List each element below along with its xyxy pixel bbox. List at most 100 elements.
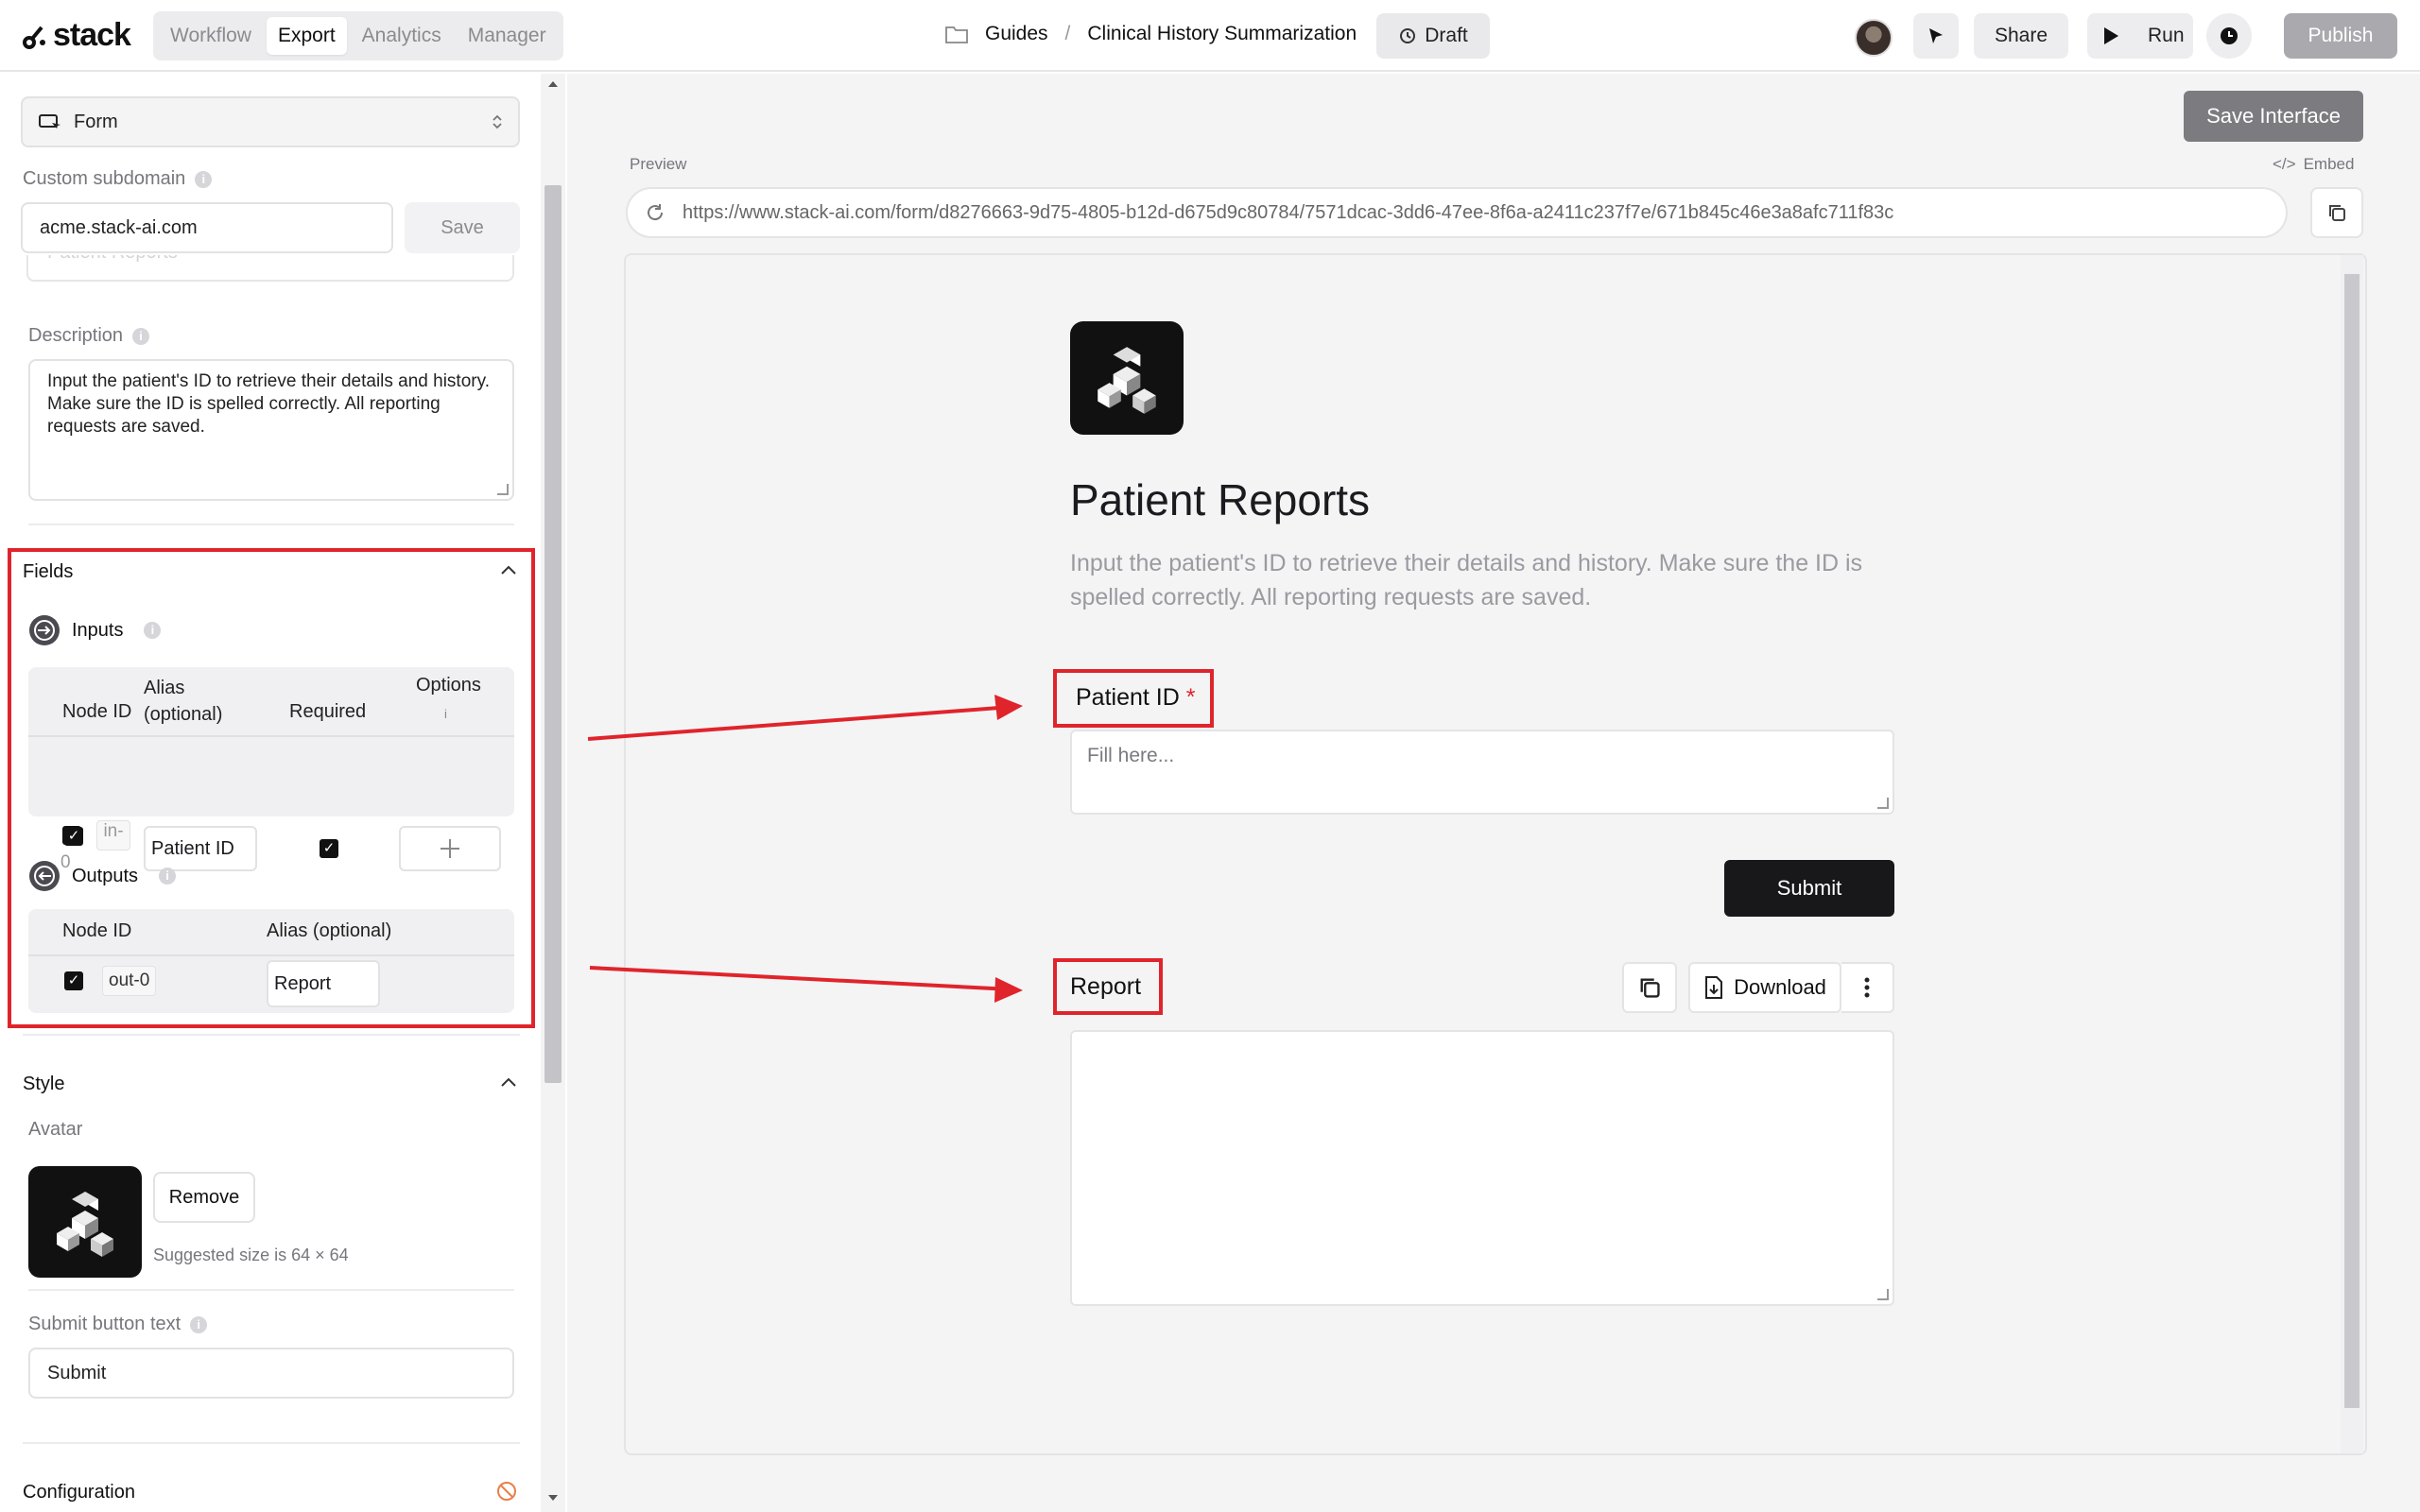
submit-text-input[interactable]: Submit bbox=[28, 1348, 514, 1399]
inputs-table: Node ID Alias (optional) Required Option… bbox=[28, 667, 514, 845]
more-options-button[interactable] bbox=[1841, 962, 1894, 1013]
code-icon: </> bbox=[2273, 155, 2296, 173]
info-icon[interactable]: i bbox=[159, 868, 177, 885]
save-interface-button[interactable]: Save Interface bbox=[2184, 91, 2363, 142]
arrowhead-icon bbox=[994, 695, 1023, 720]
custom-subdomain-label-text: Custom subdomain bbox=[23, 168, 186, 189]
file-download-icon bbox=[1705, 976, 1723, 999]
scroll-up-icon[interactable] bbox=[546, 79, 560, 89]
breadcrumb-folder[interactable]: Guides bbox=[985, 23, 1048, 45]
input-node-id-top: in- bbox=[96, 820, 130, 850]
input-arrow-icon bbox=[29, 615, 60, 645]
info-icon[interactable]: i bbox=[144, 622, 162, 639]
mode-select-value: Form bbox=[74, 111, 118, 132]
scroll-down-icon[interactable] bbox=[546, 1493, 560, 1503]
copy-url-button[interactable] bbox=[2310, 187, 2363, 238]
annotation-arrow-outputs bbox=[589, 966, 1012, 991]
outputs-col-alias: Alias (optional) bbox=[267, 920, 392, 941]
avatar-label: Avatar bbox=[28, 1119, 83, 1140]
fields-title: Fields bbox=[23, 561, 74, 582]
info-icon[interactable]: i bbox=[195, 170, 213, 188]
preview-url[interactable]: https://www.stack-ai.com/form/d8276663-9… bbox=[683, 202, 1893, 224]
divider bbox=[28, 524, 514, 525]
avatar-size-hint: Suggested size is 64 × 64 bbox=[153, 1246, 349, 1264]
embed-link[interactable]: </> Embed bbox=[2273, 155, 2354, 174]
remove-avatar-button[interactable]: Remove bbox=[153, 1172, 255, 1223]
cursor-mode-button[interactable] bbox=[1913, 13, 1959, 59]
logo-text: stack bbox=[53, 17, 131, 53]
form-title-value: Patient Reports bbox=[28, 255, 512, 264]
style-title: Style bbox=[23, 1074, 65, 1094]
tab-export[interactable]: Export bbox=[266, 17, 347, 55]
preview-url-bar[interactable]: https://www.stack-ai.com/form/d8276663-9… bbox=[626, 187, 2288, 238]
disabled-icon[interactable] bbox=[495, 1480, 518, 1503]
output-alias-field[interactable]: Report bbox=[267, 960, 380, 1007]
clock-icon bbox=[2221, 27, 2238, 44]
submit-text-label: Submit button text i bbox=[28, 1314, 208, 1335]
left-panel-scroll-thumb[interactable] bbox=[544, 185, 562, 1083]
output-arrow-icon bbox=[29, 861, 60, 891]
annotation-arrow-inputs bbox=[587, 705, 1012, 741]
info-icon[interactable]: i bbox=[190, 1315, 208, 1333]
plus-icon bbox=[441, 839, 459, 858]
refresh-icon[interactable] bbox=[645, 202, 666, 223]
subdomain-save-button[interactable]: Save bbox=[405, 202, 520, 253]
tab-manager[interactable]: Manager bbox=[457, 17, 558, 55]
outputs-title: Outputs bbox=[72, 865, 139, 886]
configuration-title: Configuration bbox=[23, 1482, 135, 1503]
outputs-header: Outputs i bbox=[28, 860, 177, 892]
outputs-col-node-id: Node ID bbox=[62, 920, 132, 941]
chevron-up-icon[interactable] bbox=[499, 563, 518, 576]
stack-logo[interactable]: stack bbox=[21, 17, 131, 54]
description-label-text: Description bbox=[28, 325, 124, 346]
options-info-icon[interactable]: i bbox=[444, 707, 447, 721]
history-icon bbox=[1400, 28, 1416, 43]
run-button[interactable]: Run bbox=[2087, 13, 2193, 59]
preview-scroll-thumb[interactable] bbox=[2344, 274, 2360, 1408]
tab-workflow[interactable]: Workflow bbox=[159, 17, 263, 55]
publish-button[interactable]: Publish bbox=[2284, 13, 2397, 59]
divider bbox=[28, 735, 514, 737]
cubes-logo-icon bbox=[57, 1192, 113, 1257]
input-enabled-checkbox[interactable]: ✓ bbox=[64, 827, 83, 846]
cursor-icon bbox=[1929, 28, 1943, 43]
input-required-checkbox[interactable]: ✓ bbox=[320, 839, 338, 858]
download-button[interactable]: Download bbox=[1688, 962, 1841, 1013]
stack-logo-icon bbox=[23, 26, 45, 49]
description-textarea[interactable]: Input the patient's ID to retrieve their… bbox=[28, 359, 514, 501]
report-output-area[interactable] bbox=[1070, 1030, 1894, 1306]
resize-handle[interactable] bbox=[1877, 798, 1889, 809]
draft-button[interactable]: Draft bbox=[1376, 13, 1490, 59]
add-option-button[interactable] bbox=[399, 826, 501, 871]
custom-subdomain-input[interactable]: acme.stack-ai.com bbox=[21, 202, 393, 253]
avatar-preview bbox=[28, 1166, 142, 1278]
inputs-col-required: Required bbox=[289, 701, 367, 722]
resize-handle[interactable] bbox=[497, 484, 509, 495]
resize-handle[interactable] bbox=[1877, 1289, 1889, 1300]
chevron-up-icon[interactable] bbox=[499, 1075, 518, 1089]
submit-button[interactable]: Submit bbox=[1724, 860, 1894, 917]
arrowhead-icon bbox=[994, 977, 1023, 1003]
breadcrumb: Guides / Clinical History Summarization bbox=[945, 23, 1357, 45]
divider bbox=[23, 1442, 520, 1444]
required-asterisk: * bbox=[1185, 684, 1196, 711]
patient-id-label: Patient ID * bbox=[1076, 684, 1195, 712]
custom-subdomain-label: Custom subdomain i bbox=[23, 168, 213, 190]
copy-report-button[interactable] bbox=[1622, 962, 1677, 1013]
patient-id-input[interactable]: Fill here... bbox=[1070, 730, 1894, 815]
breadcrumb-project[interactable]: Clinical History Summarization bbox=[1087, 23, 1357, 45]
share-button[interactable]: Share bbox=[1974, 13, 2068, 59]
form-icon bbox=[39, 114, 60, 129]
schedule-button[interactable] bbox=[2206, 13, 2252, 59]
breadcrumb-separator: / bbox=[1064, 23, 1071, 44]
info-icon[interactable]: i bbox=[132, 327, 150, 345]
tab-analytics[interactable]: Analytics bbox=[351, 17, 453, 55]
output-enabled-checkbox[interactable]: ✓ bbox=[64, 971, 83, 990]
preview-label: Preview bbox=[630, 155, 687, 173]
patient-id-placeholder: Fill here... bbox=[1087, 745, 1175, 766]
divider bbox=[28, 1289, 514, 1291]
mode-select[interactable]: Form bbox=[21, 96, 520, 147]
alias-header-line2: (optional) bbox=[144, 704, 223, 725]
form-title-input[interactable]: Patient Reports bbox=[26, 255, 514, 282]
user-avatar[interactable] bbox=[1855, 19, 1893, 57]
